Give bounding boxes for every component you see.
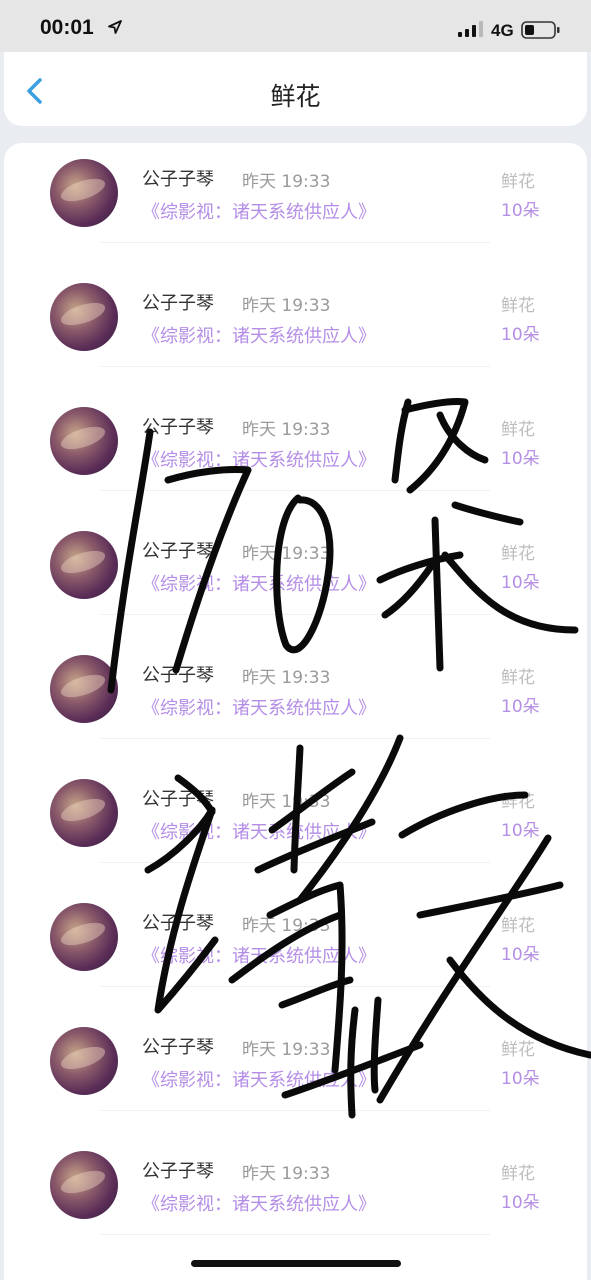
sender-name: 公子子琴 [142,913,214,934]
send-time: 昨天 19:33 [242,544,331,564]
sender-name: 公子子琴 [142,665,214,686]
book-title-link[interactable]: 《综影视：诸天系统供应人》 [142,1066,376,1092]
gift-type: 鲜花 [501,792,535,812]
gift-type: 鲜花 [501,1164,535,1184]
sender-name: 公子子琴 [142,417,214,438]
send-time: 昨天 19:33 [242,420,331,440]
avatar[interactable] [50,903,118,971]
book-title-link[interactable]: 《综影视：诸天系统供应人》 [142,570,376,596]
avatar[interactable] [50,531,118,599]
home-indicator[interactable] [191,1260,401,1267]
send-time: 昨天 19:33 [242,1164,331,1184]
list-item[interactable]: 公子子琴 昨天 19:33 《综影视：诸天系统供应人》 鲜花 10朵 [4,143,587,267]
list-item[interactable]: 公子子琴 昨天 19:33 《综影视：诸天系统供应人》 鲜花 10朵 [4,267,587,391]
gift-count: 10朵 [501,573,540,593]
divider [100,738,490,739]
divider [100,366,490,367]
avatar[interactable] [50,159,118,227]
gift-count: 10朵 [501,697,540,717]
list-item[interactable]: 公子子琴 昨天 19:33 《综影视：诸天系统供应人》 鲜花 10朵 [4,515,587,639]
status-bar: 00:01 4G [0,0,591,52]
list-item[interactable]: 公子子琴 昨天 19:33 《综影视：诸天系统供应人》 鲜花 10朵 [4,763,587,887]
location-arrow-icon [108,20,122,34]
sender-name: 公子子琴 [142,1037,214,1058]
sender-name: 公子子琴 [142,789,214,810]
gift-count: 10朵 [501,821,540,841]
divider [100,614,490,615]
gift-count: 10朵 [501,1193,540,1213]
send-time: 昨天 19:33 [242,668,331,688]
book-title-link[interactable]: 《综影视：诸天系统供应人》 [142,1190,376,1216]
send-time: 昨天 19:33 [242,296,331,316]
book-title-link[interactable]: 《综影视：诸天系统供应人》 [142,198,376,224]
gift-type: 鲜花 [501,296,535,316]
flower-record-list[interactable]: 公子子琴 昨天 19:33 《综影视：诸天系统供应人》 鲜花 10朵 公子子琴 … [4,143,587,1280]
divider [100,490,490,491]
book-title-link[interactable]: 《综影视：诸天系统供应人》 [142,322,376,348]
book-title-link[interactable]: 《综影视：诸天系统供应人》 [142,818,376,844]
sender-name: 公子子琴 [142,169,214,190]
list-item[interactable]: 公子子琴 昨天 19:33 《综影视：诸天系统供应人》 鲜花 10朵 [4,639,587,763]
divider [100,242,490,243]
battery-icon [521,21,560,39]
network-type: 4G [491,21,514,40]
gift-type: 鲜花 [501,544,535,564]
gift-type: 鲜花 [501,668,535,688]
send-time: 昨天 19:33 [242,1040,331,1060]
avatar[interactable] [50,1027,118,1095]
list-item[interactable]: 公子子琴 昨天 19:33 《综影视：诸天系统供应人》 鲜花 10朵 [4,391,587,515]
gift-type: 鲜花 [501,1040,535,1060]
gift-count: 10朵 [501,1069,540,1089]
gift-count: 10朵 [501,945,540,965]
send-time: 昨天 19:33 [242,916,331,936]
divider [100,1110,490,1111]
avatar[interactable] [50,283,118,351]
gift-count: 10朵 [501,201,540,221]
avatar[interactable] [50,779,118,847]
navigation-bar: 鲜花 [4,52,587,126]
divider [100,1234,490,1235]
status-time: 00:01 [40,16,94,39]
avatar[interactable] [50,655,118,723]
sender-name: 公子子琴 [142,293,214,314]
divider [100,986,490,987]
gift-type: 鲜花 [501,916,535,936]
gift-type: 鲜花 [501,172,535,192]
book-title-link[interactable]: 《综影视：诸天系统供应人》 [142,446,376,472]
gift-count: 10朵 [501,449,540,469]
gift-count: 10朵 [501,325,540,345]
list-item[interactable]: 公子子琴 昨天 19:33 《综影视：诸天系统供应人》 鲜花 10朵 [4,887,587,1011]
avatar[interactable] [50,407,118,475]
book-title-link[interactable]: 《综影视：诸天系统供应人》 [142,942,376,968]
send-time: 昨天 19:33 [242,792,331,812]
divider [100,862,490,863]
book-title-link[interactable]: 《综影视：诸天系统供应人》 [142,694,376,720]
gift-type: 鲜花 [501,420,535,440]
list-item[interactable]: 公子子琴 昨天 19:33 《综影视：诸天系统供应人》 鲜花 10朵 [4,1135,587,1259]
sender-name: 公子子琴 [142,541,214,562]
cellular-signal-icon [458,21,483,37]
list-item[interactable]: 公子子琴 昨天 19:33 《综影视：诸天系统供应人》 鲜花 10朵 [4,1011,587,1135]
sender-name: 公子子琴 [142,1161,214,1182]
avatar[interactable] [50,1151,118,1219]
page-title: 鲜花 [270,82,321,111]
send-time: 昨天 19:33 [242,172,331,192]
